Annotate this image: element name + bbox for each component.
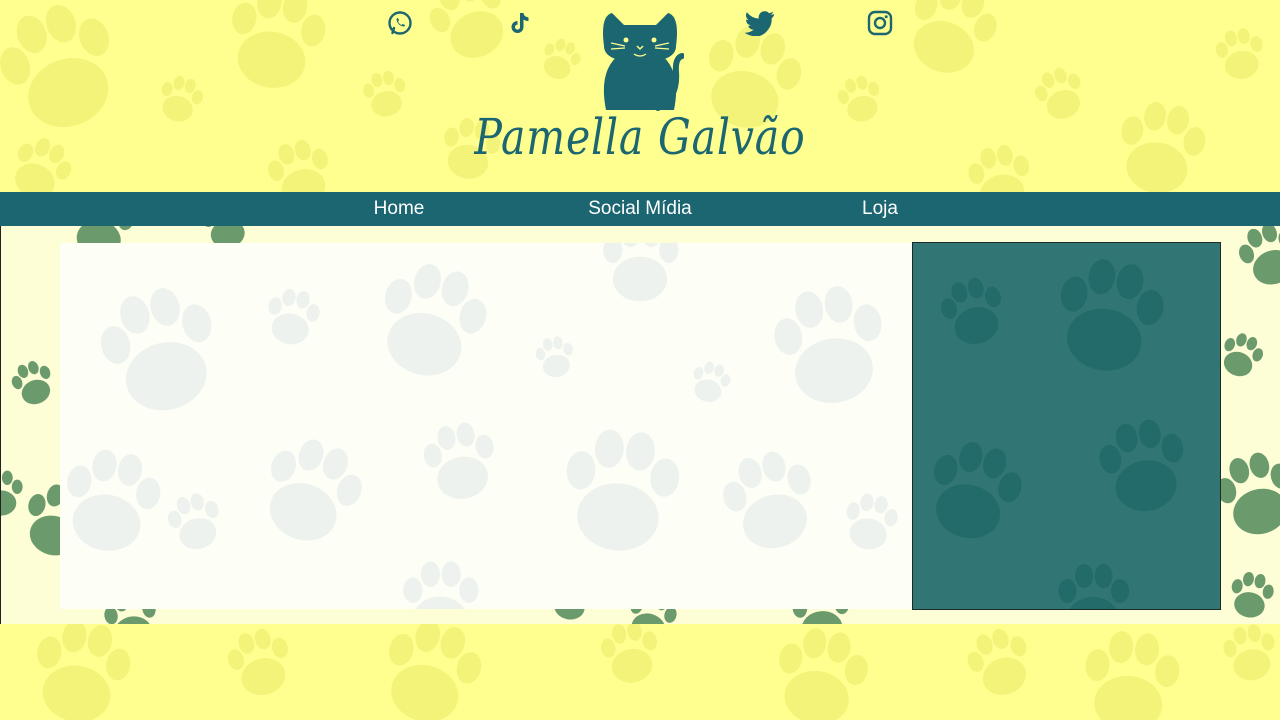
whatsapp-icon	[388, 11, 412, 35]
paw-pattern-background	[26, 624, 1280, 720]
main-navbar: Home Social Mídia Loja	[0, 192, 1280, 226]
instagram-link[interactable]	[865, 8, 895, 38]
tiktok-link[interactable]	[505, 8, 535, 38]
site-footer	[0, 624, 1280, 720]
site-header: Pamella Galvão	[0, 0, 1280, 192]
instagram-icon	[867, 10, 893, 36]
cat-logo-icon	[603, 13, 684, 111]
main-content-panel	[60, 243, 912, 609]
paw-pattern-background	[918, 252, 1194, 609]
tiktok-icon	[511, 13, 529, 33]
site-title: Pamella Galvão	[474, 108, 806, 166]
twitter-icon	[745, 11, 774, 36]
twitter-link[interactable]	[745, 8, 775, 38]
nav-home-link[interactable]: Home	[374, 198, 425, 220]
nav-social-media-link[interactable]: Social Mídia	[588, 198, 692, 220]
paw-pattern-background	[60, 243, 901, 609]
sidebar-panel	[912, 242, 1221, 610]
whatsapp-link[interactable]	[385, 8, 415, 38]
nav-shop-link[interactable]: Loja	[862, 198, 898, 220]
